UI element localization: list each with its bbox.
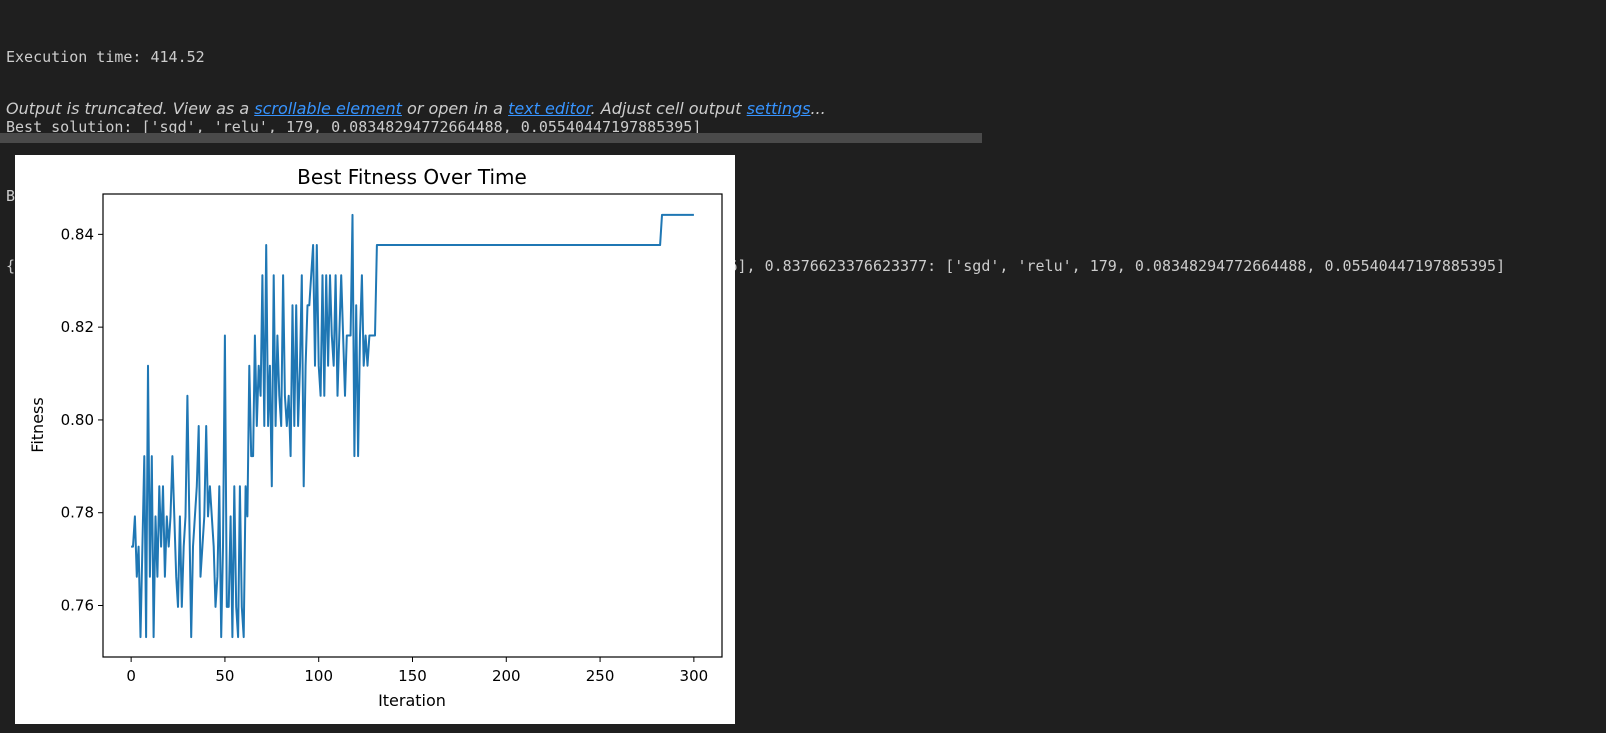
truncated-notice: Output is truncated. View as a scrollabl… (6, 99, 826, 118)
chart-title: Best Fitness Over Time (297, 165, 527, 189)
y-tick-label: 0.76 (61, 597, 94, 615)
y-tick-label: 0.80 (61, 411, 94, 429)
x-tick-label: 0 (126, 667, 136, 685)
x-tick-label: 250 (586, 667, 615, 685)
cell-output: Execution time: 414.52 Best solution: ['… (0, 0, 1606, 733)
execution-time-line: Execution time: 414.52 (6, 48, 205, 66)
y-tick-label: 0.78 (61, 504, 94, 522)
chart-svg: Best Fitness Over Time 0 50 100 150 200 250 30… (28, 165, 723, 710)
x-tick-label: 300 (680, 667, 709, 685)
x-axis-label: Iteration (378, 691, 446, 710)
x-axis: 0 50 100 150 200 250 300 (126, 657, 708, 685)
y-tick-label: 0.84 (61, 225, 94, 243)
chart-figure: Best Fitness Over Time 0 50 100 150 200 250 30… (15, 155, 735, 724)
y-axis: 0.76 0.78 0.80 0.82 0.84 (61, 225, 103, 615)
series-line (131, 213, 694, 639)
truncated-middle2: . Adjust cell output (590, 99, 747, 118)
x-tick-label: 50 (215, 667, 234, 685)
truncated-middle: or open in a (401, 99, 509, 118)
scrollable-element-link[interactable]: scrollable element (254, 99, 402, 118)
truncated-suffix: ... (810, 99, 826, 118)
text-editor-link[interactable]: text editor (508, 99, 591, 118)
truncated-prefix: Output is truncated. View as a (6, 99, 255, 118)
horizontal-scrollbar[interactable] (0, 133, 982, 143)
x-tick-label: 100 (304, 667, 333, 685)
x-tick-label: 150 (398, 667, 427, 685)
y-axis-label: Fitness (28, 397, 47, 452)
settings-link[interactable]: settings (747, 99, 811, 118)
y-tick-label: 0.82 (61, 318, 94, 336)
x-tick-label: 200 (492, 667, 521, 685)
plot-frame (102, 193, 723, 658)
